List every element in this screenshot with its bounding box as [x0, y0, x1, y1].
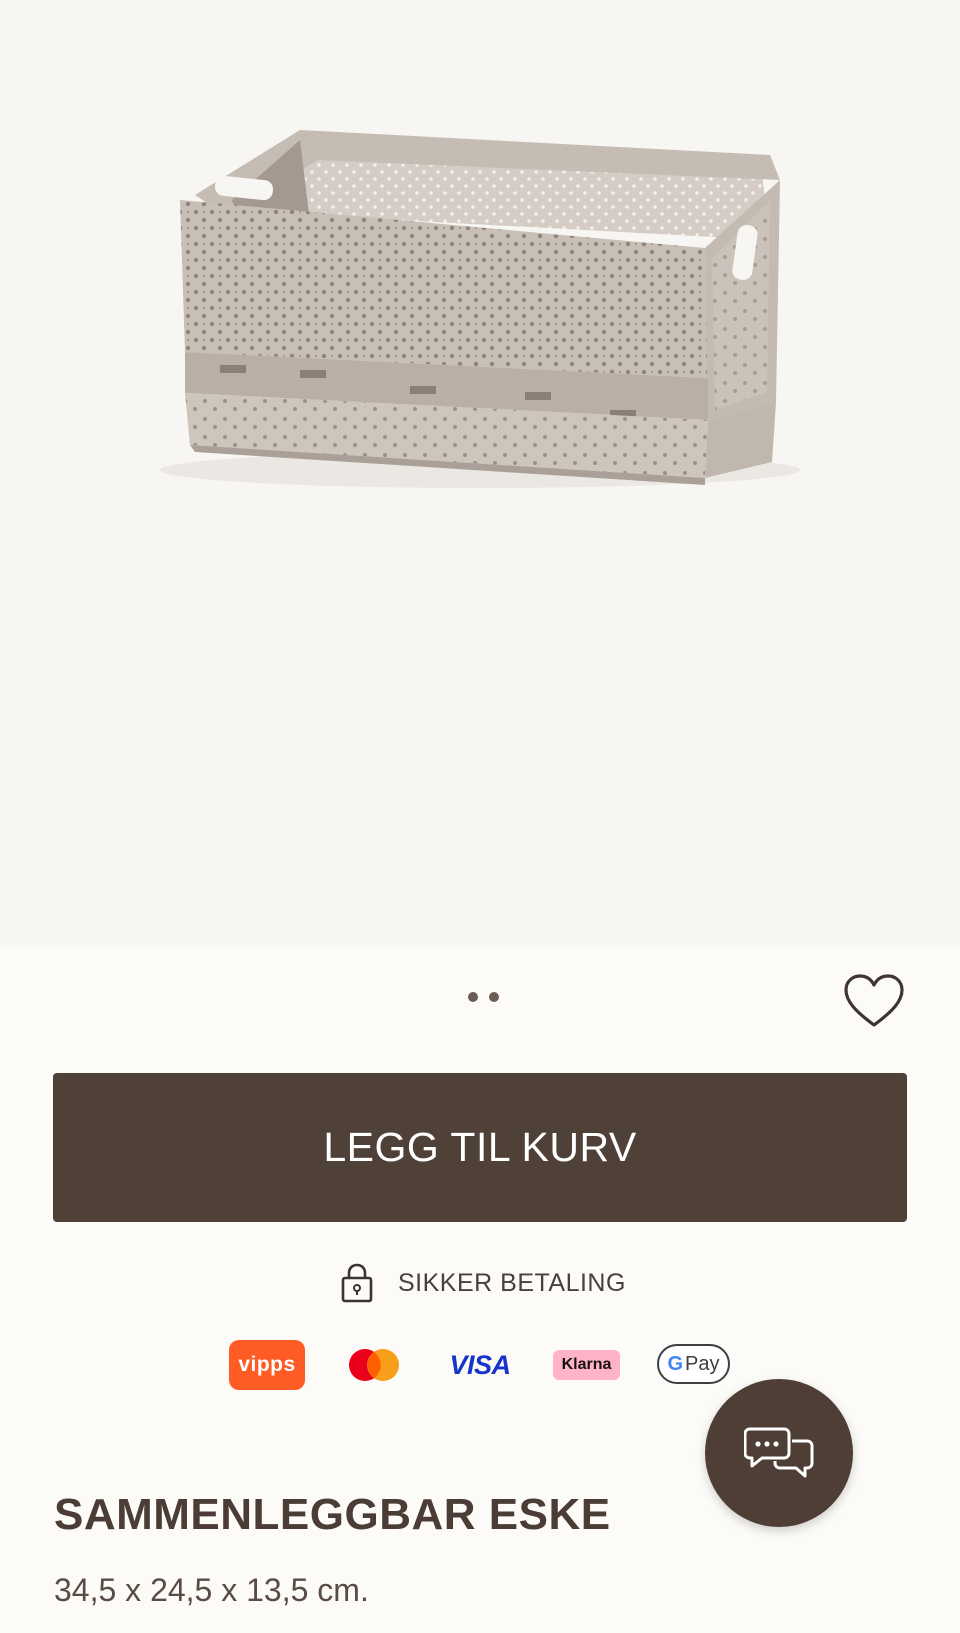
chat-button[interactable] [705, 1379, 853, 1527]
payment-methods: vipps VISA Klarna G Pay [0, 1340, 960, 1390]
product-dimensions: 34,5 x 24,5 x 13,5 cm. [54, 1572, 369, 1608]
product-basket-image [160, 130, 800, 488]
mastercard-logo [348, 1340, 400, 1390]
carousel-dot-1[interactable] [468, 992, 478, 1002]
chat-bubbles-icon [744, 1427, 814, 1478]
add-to-cart-button[interactable]: LEGG TIL KURV [53, 1073, 907, 1222]
secure-payment-label: SIKKER BETALING [398, 1268, 626, 1297]
carousel-dots [468, 992, 499, 1002]
product-image-area[interactable] [0, 0, 960, 945]
google-g-icon: G [667, 1352, 684, 1375]
klarna-logo: Klarna [553, 1350, 620, 1380]
vipps-logo: vipps [229, 1340, 305, 1390]
carousel-dot-2[interactable] [489, 992, 499, 1002]
secure-payment-row: SIKKER BETALING [340, 1262, 626, 1304]
google-pay-logo: G Pay [657, 1344, 730, 1384]
google-pay-label: Pay [685, 1352, 720, 1375]
lock-icon [341, 1263, 373, 1303]
product-title: SAMMENLEGGBAR ESKE [54, 1490, 611, 1539]
visa-logo: VISA [449, 1349, 511, 1380]
product-page: LEGG TIL KURV SIKKER BETALING vipps VISA… [0, 0, 960, 1633]
heart-icon[interactable] [843, 973, 905, 1029]
